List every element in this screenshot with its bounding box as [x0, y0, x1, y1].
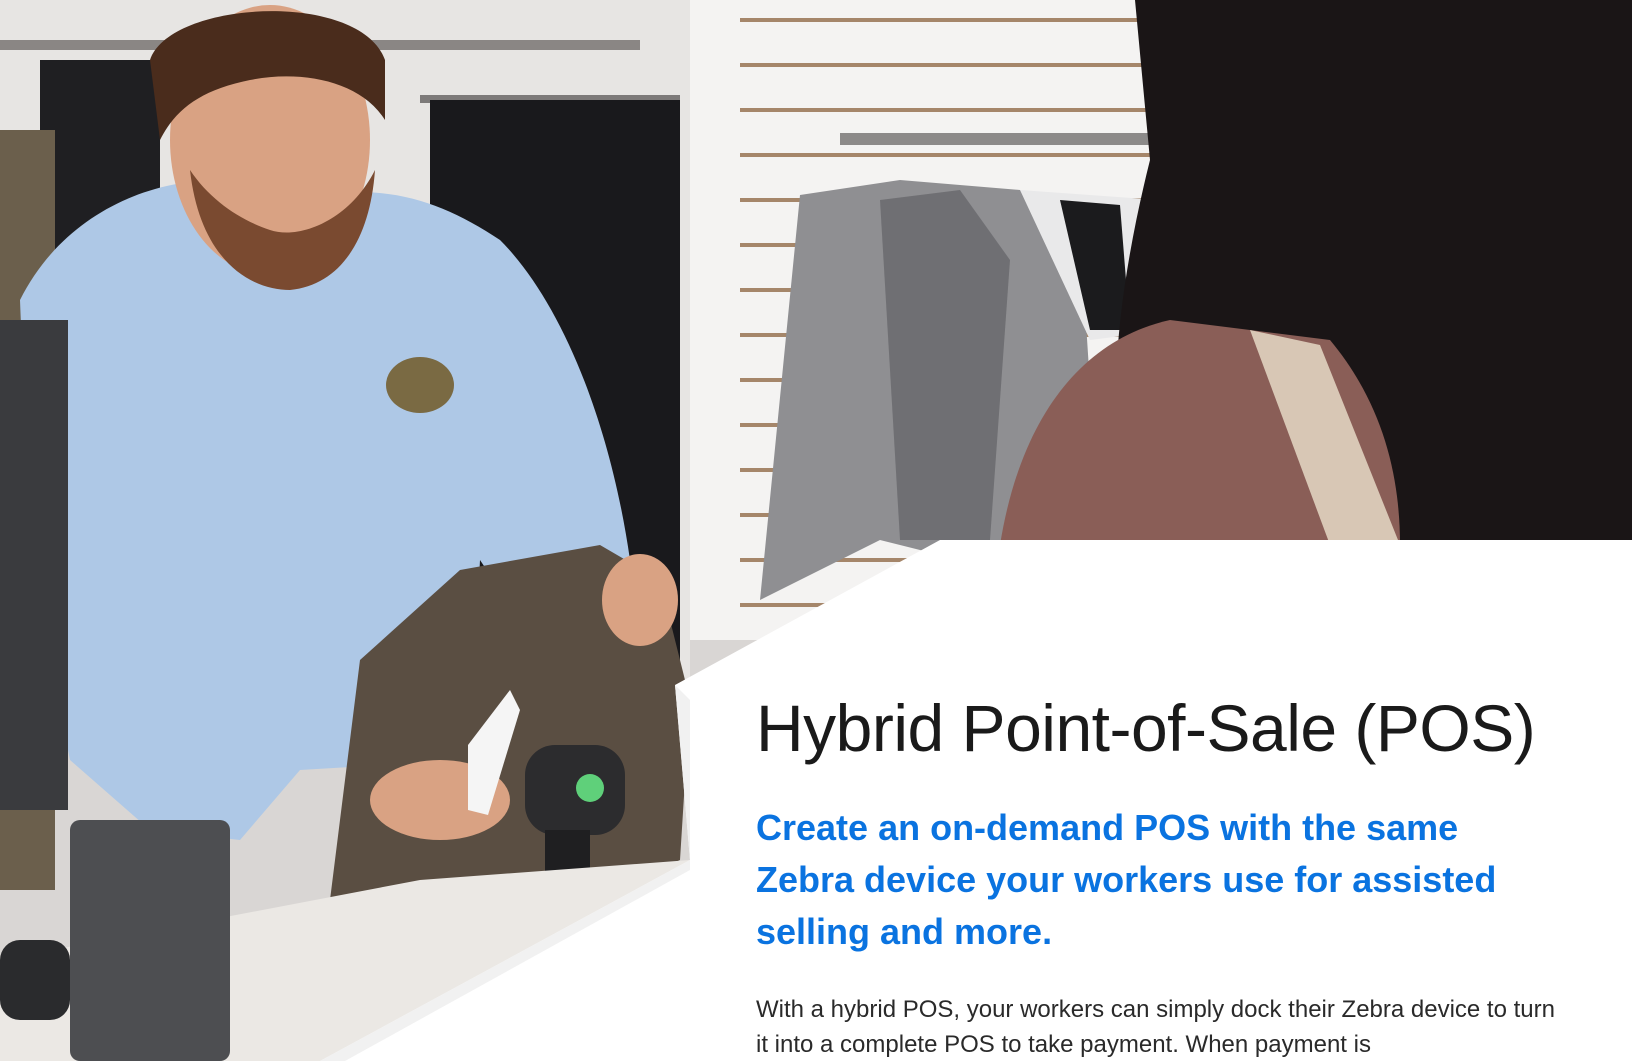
hero-photo [0, 0, 1632, 1061]
